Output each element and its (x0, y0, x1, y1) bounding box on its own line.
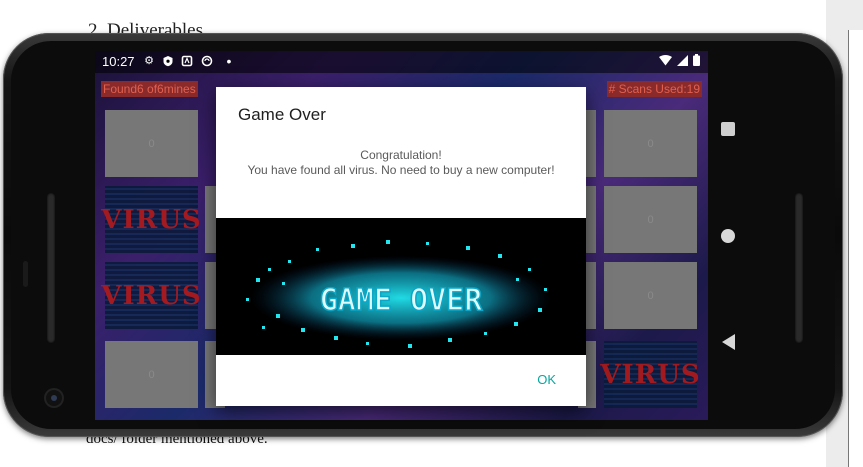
dialog-title: Game Over (238, 105, 326, 124)
status-time: 10:27 (102, 54, 135, 69)
proximity-sensor (23, 261, 28, 287)
virus-tile[interactable]: VIRUS (101, 262, 201, 329)
scans-used-label: # Scans Used:19 (606, 81, 702, 97)
sync-icon (201, 55, 213, 67)
battery-icon (693, 54, 700, 66)
found-mines-label: Found6 of6mines (101, 81, 198, 97)
grid-tile[interactable]: 0 (105, 341, 198, 408)
virus-tile[interactable]: VIRUS (101, 186, 201, 253)
status-bar: 10:27 ⚙ • (95, 51, 708, 73)
signal-icon (676, 55, 688, 66)
recents-button[interactable] (721, 122, 735, 136)
app-icon (181, 55, 193, 67)
dialog-message: Congratulation! You have found all virus… (216, 148, 586, 178)
wifi-icon (659, 55, 673, 66)
back-button[interactable] (722, 334, 735, 350)
gear-icon: ⚙ (144, 55, 154, 67)
grid-tile[interactable]: 0 (604, 262, 697, 329)
front-camera-icon (46, 390, 62, 406)
right-speaker-grille (795, 193, 803, 343)
grid-tile[interactable]: 0 (604, 110, 697, 177)
shield-icon (162, 55, 174, 67)
grid-tile[interactable]: 0 (105, 110, 198, 177)
dialog-message-line2: You have found all virus. No need to buy… (247, 163, 555, 177)
game-over-image: GAME OVER (216, 218, 586, 355)
left-speaker-grille (47, 193, 55, 343)
home-button[interactable] (721, 229, 735, 243)
grid-tile[interactable]: 0 (604, 186, 697, 253)
game-over-art: GAME OVER (246, 240, 551, 348)
status-right-icons (659, 54, 700, 69)
document-side-panel (848, 30, 863, 467)
dialog-message-line1: Congratulation! (360, 148, 442, 162)
dot-icon: • (226, 53, 232, 69)
game-over-text: GAME OVER (320, 283, 483, 318)
ok-button[interactable]: OK (537, 372, 556, 387)
virus-tile[interactable]: VIRUS (600, 341, 700, 408)
game-over-dialog: Game Over Congratulation! You have found… (216, 87, 586, 406)
